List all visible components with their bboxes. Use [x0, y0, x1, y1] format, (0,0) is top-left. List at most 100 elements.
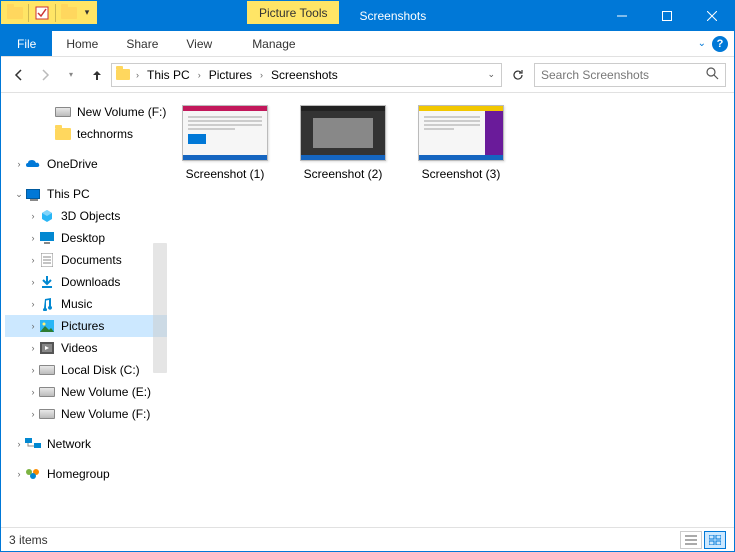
drive-icon — [39, 384, 55, 400]
address-folder-icon — [114, 66, 132, 84]
tree-item-desktop[interactable]: ›Desktop — [5, 227, 167, 249]
tree-item-homegroup[interactable]: ›Homegroup — [5, 463, 167, 485]
file-item[interactable]: Screenshot (3) — [411, 105, 511, 181]
downloads-icon — [39, 274, 55, 290]
3dobjects-icon — [39, 208, 55, 224]
maximize-button[interactable] — [644, 1, 689, 31]
tree-label: New Volume (E:) — [61, 385, 151, 399]
chevron-down-icon[interactable]: ⌄ — [13, 189, 25, 200]
tree-item-documents[interactable]: ›Documents — [5, 249, 167, 271]
tree-label: Desktop — [61, 231, 105, 245]
tree-label: New Volume (F:) — [61, 407, 150, 421]
title-bar: ▾ Picture Tools Screenshots — [1, 1, 734, 31]
breadcrumb-pictures[interactable]: Pictures — [205, 64, 256, 86]
ribbon-tab-manage[interactable]: Manage — [238, 31, 309, 56]
chevron-right-icon[interactable]: › — [134, 70, 141, 80]
drive-icon — [39, 406, 55, 422]
documents-icon — [39, 252, 55, 268]
recent-locations-dropdown[interactable]: ▾ — [61, 65, 81, 85]
ribbon-tab-share[interactable]: Share — [112, 31, 172, 56]
onedrive-icon — [25, 156, 41, 172]
tree-label: Homegroup — [47, 467, 110, 481]
pictures-icon — [39, 318, 55, 334]
desktop-icon — [39, 230, 55, 246]
tree-item-drive-e[interactable]: ›New Volume (E:) — [5, 381, 167, 403]
tree-item-network[interactable]: ›Network — [5, 433, 167, 455]
ribbon-file-tab[interactable]: File — [1, 31, 52, 56]
tree-item-drive-f[interactable]: ›New Volume (F:) — [5, 403, 167, 425]
tree-label: New Volume (F:) — [77, 105, 166, 119]
ribbon-collapse-icon[interactable]: ⌄ — [698, 38, 706, 49]
qat-folder-icon[interactable] — [5, 2, 25, 24]
tree-item-thispc[interactable]: ⌄ This PC — [5, 183, 167, 205]
tree-item-downloads[interactable]: ›Downloads — [5, 271, 167, 293]
qat-new-folder-icon[interactable] — [59, 2, 79, 24]
tree-item-drive-c[interactable]: ›Local Disk (C:) — [5, 359, 167, 381]
thumbnail — [418, 105, 504, 161]
tree-label: This PC — [47, 187, 90, 201]
file-label: Screenshot (1) — [175, 167, 275, 181]
details-view-button[interactable] — [680, 531, 702, 549]
tree-label: Documents — [61, 253, 122, 267]
tree-label: Videos — [61, 341, 97, 355]
up-button[interactable] — [87, 65, 107, 85]
window-controls — [599, 1, 734, 31]
body-area: New Volume (F:) technorms › OneDrive ⌄ Thi… — [1, 93, 734, 527]
content-pane[interactable]: Screenshot (1) Screenshot (2) Screenshot… — [167, 93, 734, 527]
chevron-right-icon[interactable]: › — [196, 70, 203, 80]
file-item[interactable]: Screenshot (1) — [175, 105, 275, 181]
forward-button[interactable] — [35, 65, 55, 85]
scrollbar-thumb[interactable] — [153, 243, 167, 373]
qat-customize-dropdown[interactable]: ▾ — [81, 2, 93, 24]
address-bar[interactable]: › This PC › Pictures › Screenshots ⌄ — [111, 63, 502, 87]
tree-label: Local Disk (C:) — [61, 363, 140, 377]
tree-label: Downloads — [61, 275, 120, 289]
homegroup-icon — [25, 466, 41, 482]
contextual-tab-label: Picture Tools — [247, 1, 339, 24]
drive-icon — [39, 362, 55, 378]
tree-item-pictures[interactable]: ›Pictures — [5, 315, 167, 337]
address-dropdown-icon[interactable]: ⌄ — [483, 69, 499, 80]
tree-item-music[interactable]: ›Music — [5, 293, 167, 315]
refresh-button[interactable] — [506, 63, 530, 87]
search-placeholder: Search Screenshots — [541, 68, 649, 82]
tree-label: 3D Objects — [61, 209, 120, 223]
ribbon-tab-view[interactable]: View — [172, 31, 226, 56]
status-bar: 3 items — [1, 527, 734, 551]
thumbnail — [182, 105, 268, 161]
navigation-bar: ▾ › This PC › Pictures › Screenshots ⌄ S… — [1, 57, 734, 93]
file-label: Screenshot (3) — [411, 167, 511, 181]
breadcrumb-screenshots[interactable]: Screenshots — [267, 64, 342, 86]
help-icon[interactable]: ? — [712, 36, 728, 52]
tree-item-drive-f-quick[interactable]: New Volume (F:) — [5, 101, 167, 123]
tree-item-onedrive[interactable]: › OneDrive — [5, 153, 167, 175]
chevron-right-icon[interactable]: › — [258, 70, 265, 80]
thispc-icon — [25, 186, 41, 202]
tree-item-3dobjects[interactable]: ›3D Objects — [5, 205, 167, 227]
search-icon — [706, 67, 719, 83]
tree-item-technorms[interactable]: technorms — [5, 123, 167, 145]
back-button[interactable] — [9, 65, 29, 85]
close-button[interactable] — [689, 1, 734, 31]
tree-label: OneDrive — [47, 157, 98, 171]
navigation-pane[interactable]: New Volume (F:) technorms › OneDrive ⌄ Thi… — [1, 93, 167, 527]
tree-item-videos[interactable]: ›Videos — [5, 337, 167, 359]
minimize-button[interactable] — [599, 1, 644, 31]
breadcrumb-thispc[interactable]: This PC — [143, 64, 194, 86]
ribbon-tab-home[interactable]: Home — [52, 31, 112, 56]
tree-label: technorms — [77, 127, 133, 141]
thumbnails-view-button[interactable] — [704, 531, 726, 549]
quick-access-toolbar: ▾ — [1, 1, 97, 24]
qat-properties-icon[interactable] — [32, 2, 52, 24]
file-label: Screenshot (2) — [293, 167, 393, 181]
ribbon: File Home Share View Manage ⌄ ? — [1, 31, 734, 57]
tree-label: Pictures — [61, 319, 104, 333]
search-input[interactable]: Search Screenshots — [534, 63, 726, 87]
status-text: 3 items — [9, 533, 48, 547]
chevron-right-icon[interactable]: › — [13, 159, 25, 169]
tree-label: Music — [61, 297, 92, 311]
tree-label: Network — [47, 437, 91, 451]
file-item[interactable]: Screenshot (2) — [293, 105, 393, 181]
music-icon — [39, 296, 55, 312]
window-title: Screenshots — [339, 1, 599, 31]
